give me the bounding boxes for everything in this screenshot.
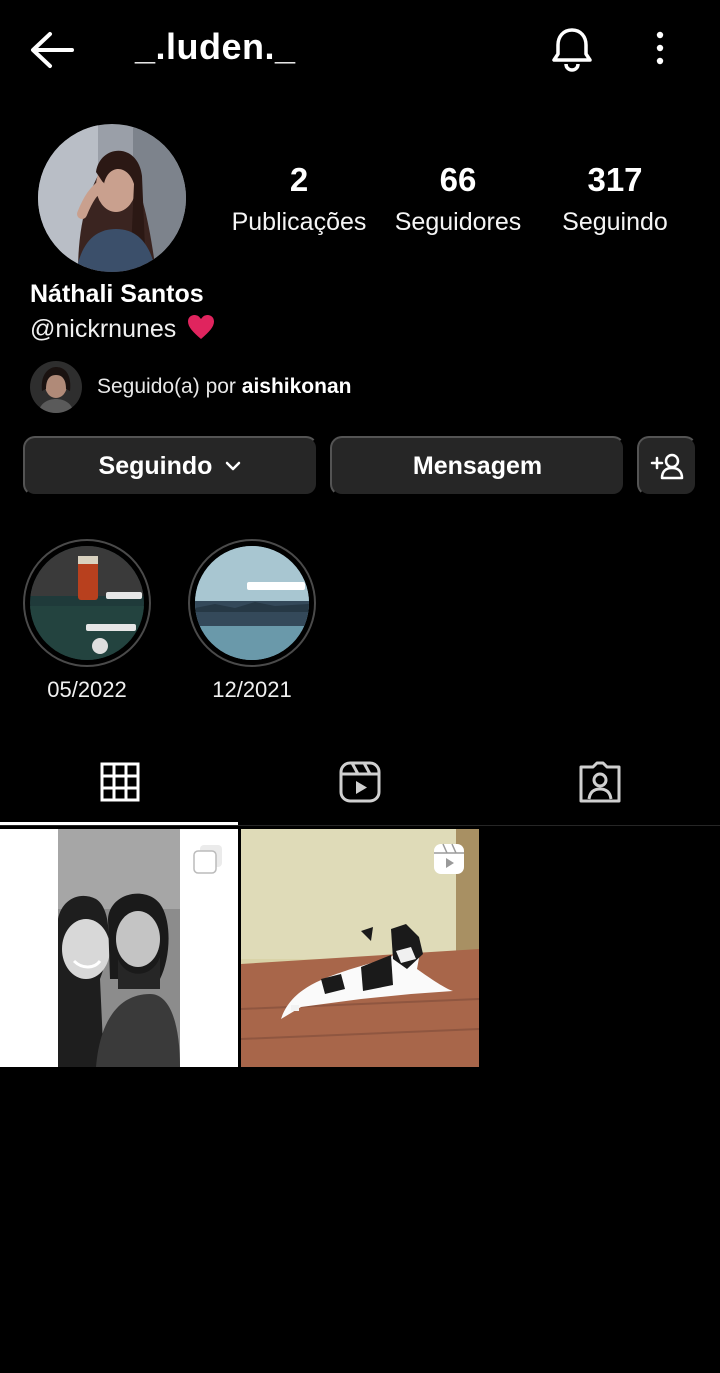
chevron-down-icon (226, 461, 241, 471)
story-highlight[interactable]: 12/2021 (188, 539, 316, 703)
followed-by-prefix: Seguido(a) por (97, 375, 242, 398)
followed-by-username[interactable]: aishikonan (242, 375, 352, 398)
add-person-icon (650, 453, 684, 480)
stat-following-label: Seguindo (562, 208, 668, 236)
post-thumbnail[interactable] (0, 829, 238, 1067)
highlight-ring (188, 539, 316, 667)
profile-bio: @nickrnunes (30, 314, 215, 344)
post-thumbnail[interactable] (241, 829, 479, 1067)
profile-full-name: Náthali Santos (30, 280, 204, 308)
mutual-follower-avatar[interactable] (30, 361, 82, 413)
stat-posts-label: Publicações (231, 208, 367, 236)
stat-followers[interactable]: 66 Seguidores (390, 160, 526, 244)
profile-tabs (0, 738, 720, 826)
following-button-label: Seguindo (98, 451, 213, 480)
following-button[interactable]: Seguindo (23, 436, 318, 496)
profile-username: _.luden._ (135, 26, 296, 67)
highlight-cover-image (195, 546, 309, 660)
more-options-icon[interactable] (648, 30, 672, 68)
top-bar: _.luden._ (0, 0, 720, 100)
stat-following-count: 317 (587, 161, 643, 198)
tagged-icon (579, 761, 621, 803)
stat-followers-count: 66 (439, 161, 477, 198)
message-button-label: Mensagem (412, 451, 543, 480)
stat-posts-count: 2 (289, 161, 309, 198)
reels-icon (434, 843, 464, 874)
active-tab-indicator (0, 822, 238, 825)
message-button[interactable]: Mensagem (330, 436, 625, 496)
reels-icon (339, 761, 381, 803)
tab-reels[interactable] (240, 738, 480, 826)
bio-mention-link[interactable]: @nickrnunes (30, 315, 176, 343)
highlight-label: 05/2022 (47, 677, 127, 702)
followed-by-text[interactable]: Seguido(a) por aishikonan (97, 375, 351, 399)
tab-tagged[interactable] (480, 738, 720, 826)
stat-followers-label: Seguidores (394, 208, 522, 236)
story-highlight[interactable]: 05/2022 (23, 539, 151, 703)
suggest-people-button[interactable] (637, 436, 697, 496)
bell-icon[interactable] (550, 26, 594, 72)
highlight-ring (23, 539, 151, 667)
profile-avatar[interactable] (38, 124, 186, 272)
multiple-photos-icon (193, 845, 222, 874)
highlight-cover-image (30, 546, 144, 660)
stat-posts[interactable]: 2 Publicações (228, 160, 370, 244)
tab-posts-grid[interactable] (0, 738, 240, 826)
stat-following[interactable]: 317 Seguindo (556, 160, 674, 244)
highlight-label: 12/2021 (212, 677, 292, 702)
grid-icon (100, 762, 140, 802)
back-arrow-icon[interactable] (28, 28, 76, 72)
red-heart-icon (188, 315, 215, 339)
